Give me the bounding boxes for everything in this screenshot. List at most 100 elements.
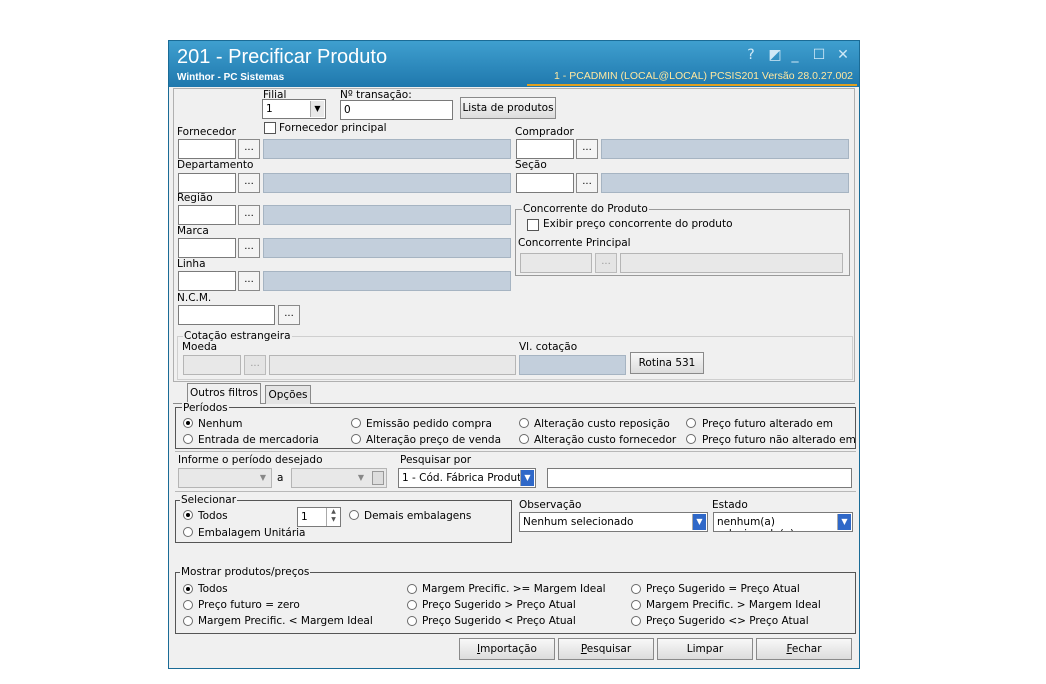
periodo-preco-futuro-alterado-radio[interactable]	[686, 418, 696, 428]
moeda-name-field	[269, 355, 516, 375]
comprador-label: Comprador	[515, 126, 574, 138]
mostrar-margem-ge-radio[interactable]	[407, 584, 417, 594]
pesquisar-input[interactable]	[547, 468, 852, 488]
concorrente-lookup-button[interactable]: ...	[595, 253, 617, 273]
mostrar-futuro-zero-radio[interactable]	[183, 600, 193, 610]
departamento-lookup-button[interactable]: ...	[238, 173, 260, 193]
observacao-value: Nenhum selecionado	[523, 516, 634, 528]
mostrar-sugerido-ne-radio[interactable]	[631, 616, 641, 626]
concorrente-name-field	[620, 253, 843, 273]
selecionar-todos-radio[interactable]	[183, 510, 193, 520]
pesquisar-label: esquisar	[586, 643, 632, 655]
regiao-code-input[interactable]	[178, 205, 236, 225]
comprador-code-input[interactable]	[516, 139, 574, 159]
mostrar-sugerido-gt-radio[interactable]	[407, 600, 417, 610]
mostrar-title: Mostrar produtos/preços	[180, 566, 311, 578]
periodo-entrada-radio[interactable]	[183, 434, 193, 444]
secao-code-input[interactable]	[516, 173, 574, 193]
periodo-custo-reposicao-radio[interactable]	[519, 418, 529, 428]
pesquisar-por-value: 1 - Cód. Fábrica Produto	[402, 472, 528, 484]
periodo-nenhum-label: Nenhum	[198, 418, 243, 430]
periodos-title: Períodos	[182, 402, 229, 414]
lista-produtos-button[interactable]: Lista de produtos	[460, 97, 556, 119]
periodo-emissao-radio[interactable]	[351, 418, 361, 428]
periodo-fim-input[interactable]: ▼	[291, 468, 387, 488]
filial-select[interactable]: 1 ▼	[262, 99, 326, 119]
demais-embalagens-radio[interactable]	[349, 510, 359, 520]
periodo-preco-venda-radio[interactable]	[351, 434, 361, 444]
fechar-button[interactable]: Fechar	[756, 638, 852, 660]
departamento-code-input[interactable]	[178, 173, 236, 193]
pesquisar-por-select[interactable]: 1 - Cód. Fábrica Produto ▼	[398, 468, 536, 488]
rotina-531-button[interactable]: Rotina 531	[630, 352, 704, 374]
fornecedor-principal-checkbox[interactable]	[264, 122, 276, 134]
quantidade-stepper[interactable]: 1 ▲ ▼	[297, 507, 341, 527]
moeda-lookup-button[interactable]: ...	[244, 355, 266, 375]
fornecedor-label: Fornecedor	[177, 126, 236, 138]
marca-name-field	[263, 238, 511, 258]
regiao-name-field	[263, 205, 511, 225]
fornecedor-code-input[interactable]	[178, 139, 236, 159]
ncm-lookup-button[interactable]: ...	[278, 305, 300, 325]
chevron-down-icon[interactable]: ▼	[520, 470, 534, 486]
tab-outros-filtros[interactable]: Outros filtros	[187, 383, 261, 404]
pesquisar-button[interactable]: Pesquisar	[558, 638, 654, 660]
periodo-preco-venda-label: Alteração preço de venda	[366, 434, 502, 446]
fornecedor-lookup-button[interactable]: ...	[238, 139, 260, 159]
importacao-button[interactable]: Importação	[459, 638, 555, 660]
fornecedor-principal-label: Fornecedor principal	[279, 122, 387, 134]
periodo-inicio-input[interactable]: ▼	[178, 468, 272, 488]
calendar-icon[interactable]	[372, 471, 384, 485]
embalagem-unitaria-radio[interactable]	[183, 527, 193, 537]
observacao-select[interactable]: Nenhum selecionado ▼	[519, 512, 708, 532]
mostrar-margem-ge-label: Margem Precific. >= Margem Ideal	[422, 583, 606, 595]
maximize-icon[interactable]: ☐	[811, 47, 827, 63]
tab-opcoes[interactable]: Opções	[265, 385, 311, 404]
transacao-value: 0	[344, 104, 351, 116]
chevron-down-icon[interactable]: ▼	[310, 101, 324, 117]
mostrar-sugerido-lt-radio[interactable]	[407, 616, 417, 626]
fornecedor-name-field	[263, 139, 511, 159]
mostrar-sugerido-gt-label: Preço Sugerido > Preço Atual	[422, 599, 576, 611]
restore-icon[interactable]: ◩	[767, 47, 783, 63]
main-window: 201 - Precificar Produto Winthor - PC Si…	[168, 40, 860, 669]
secao-lookup-button[interactable]: ...	[576, 173, 598, 193]
linha-code-input[interactable]	[178, 271, 236, 291]
chevron-down-icon[interactable]: ▼	[837, 514, 851, 530]
comprador-lookup-button[interactable]: ...	[576, 139, 598, 159]
divider	[175, 491, 856, 492]
mostrar-todos-radio[interactable]	[183, 584, 193, 594]
concorrente-title: Concorrente do Produto	[522, 203, 649, 215]
regiao-lookup-button[interactable]: ...	[238, 205, 260, 225]
help-icon[interactable]: ?	[743, 47, 759, 63]
mostrar-sugerido-eq-radio[interactable]	[631, 584, 641, 594]
exibir-preco-checkbox[interactable]	[527, 219, 539, 231]
periodo-nenhum-radio[interactable]	[183, 418, 193, 428]
mostrar-margem-gt-radio[interactable]	[631, 600, 641, 610]
minimize-icon[interactable]: _	[787, 47, 803, 63]
concorrente-code-input[interactable]	[520, 253, 592, 273]
periodo-custo-fornecedor-label: Alteração custo fornecedor	[534, 434, 677, 446]
periodo-emissao-label: Emissão pedido compra	[366, 418, 492, 430]
observacao-label: Observação	[519, 499, 582, 511]
chevron-down-icon[interactable]: ▼	[354, 470, 368, 486]
title-bar[interactable]: 201 - Precificar Produto Winthor - PC Si…	[169, 41, 859, 87]
close-icon[interactable]: ✕	[835, 47, 851, 63]
estado-select[interactable]: nenhum(a) selecionado(a) ▼	[713, 512, 853, 532]
transacao-input[interactable]: 0	[340, 100, 453, 120]
limpar-button[interactable]: Limpar	[657, 638, 753, 660]
linha-lookup-button[interactable]: ...	[238, 271, 260, 291]
embalagem-unitaria-label: Embalagem Unitária	[198, 527, 306, 539]
periodo-custo-fornecedor-radio[interactable]	[519, 434, 529, 444]
chevron-down-icon[interactable]: ▼	[692, 514, 706, 530]
periodo-preco-futuro-nao-alterado-radio[interactable]	[686, 434, 696, 444]
departamento-name-field	[263, 173, 511, 193]
moeda-code-input[interactable]	[183, 355, 241, 375]
spin-arrows-icon[interactable]: ▲ ▼	[326, 508, 340, 526]
ncm-input[interactable]	[178, 305, 275, 325]
marca-lookup-button[interactable]: ...	[238, 238, 260, 258]
mostrar-margem-lt-radio[interactable]	[183, 616, 193, 626]
selecionar-title: Selecionar	[180, 494, 238, 506]
marca-code-input[interactable]	[178, 238, 236, 258]
chevron-down-icon[interactable]: ▼	[256, 470, 270, 486]
